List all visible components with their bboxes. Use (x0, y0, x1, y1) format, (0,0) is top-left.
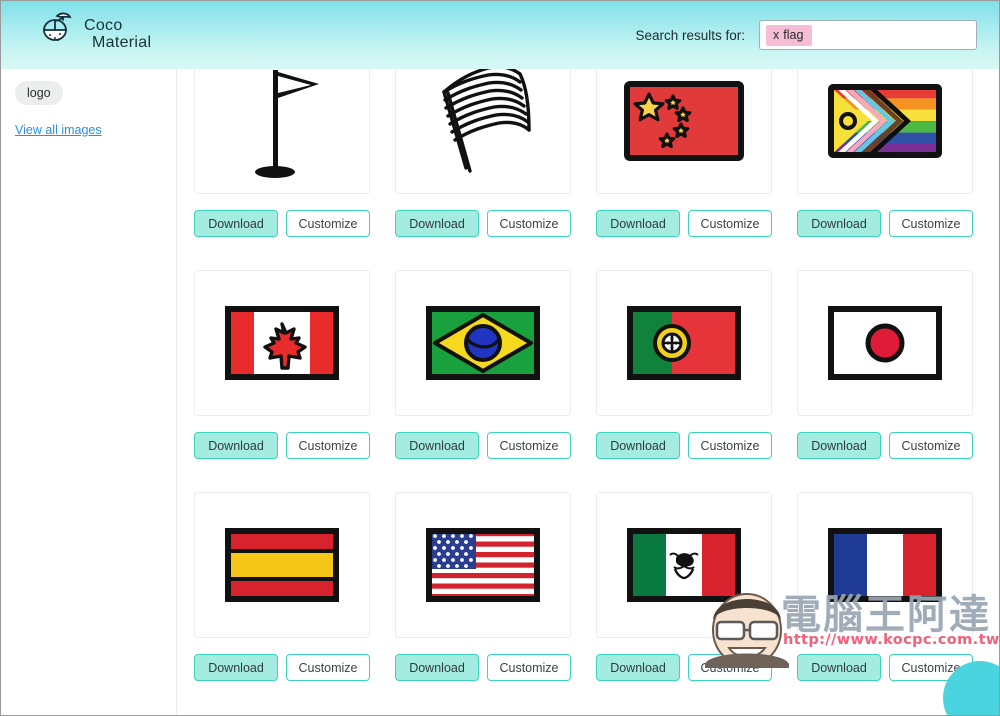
thumbnail-usa-flag[interactable] (395, 492, 571, 638)
download-button[interactable]: Download (596, 654, 680, 681)
result-card: Download Customize (183, 48, 381, 270)
thumbnail-waving-striped-flag[interactable] (395, 48, 571, 194)
customize-button[interactable]: Customize (286, 654, 370, 681)
coconut-drink-icon (39, 11, 75, 56)
site-header: Coco Material Search results for: x flag (1, 1, 999, 69)
search-tag-flag[interactable]: x flag (766, 24, 813, 46)
thumbnail-japan-flag[interactable] (797, 270, 973, 416)
thumbnail-progress-pride-flag[interactable] (797, 48, 973, 194)
download-button[interactable]: Download (797, 432, 881, 459)
download-button[interactable]: Download (797, 654, 881, 681)
card-actions: Download Customize (585, 210, 783, 237)
download-button[interactable]: Download (395, 654, 479, 681)
card-actions: Download Customize (384, 432, 582, 459)
thumbnail-golf-flag[interactable] (194, 48, 370, 194)
customize-button[interactable]: Customize (889, 210, 973, 237)
brand-logo[interactable]: Coco Material (39, 11, 151, 56)
card-actions: Download Customize (786, 210, 984, 237)
results-scroll-area[interactable]: Download Customize Download Customize Do… (177, 48, 999, 715)
download-button[interactable]: Download (797, 210, 881, 237)
thumbnail-france-flag[interactable] (797, 492, 973, 638)
download-button[interactable]: Download (194, 432, 278, 459)
card-actions: Download Customize (786, 432, 984, 459)
result-card: Download Customize (585, 48, 783, 270)
result-card: Download Customize (384, 270, 582, 492)
customize-button[interactable]: Customize (688, 654, 772, 681)
result-card: Download Customize (183, 492, 381, 714)
thumbnail-canada-flag[interactable] (194, 270, 370, 416)
card-actions: Download Customize (183, 654, 381, 681)
search-input[interactable]: x flag (759, 20, 977, 50)
result-card: Download Customize (384, 492, 582, 714)
customize-button[interactable]: Customize (286, 210, 370, 237)
search-area: Search results for: x flag (635, 20, 977, 50)
thumbnail-china-flag[interactable] (596, 48, 772, 194)
thumbnail-brazil-flag[interactable] (395, 270, 571, 416)
download-button[interactable]: Download (194, 210, 278, 237)
customize-button[interactable]: Customize (286, 432, 370, 459)
customize-button[interactable]: Customize (487, 432, 571, 459)
card-actions: Download Customize (585, 654, 783, 681)
download-button[interactable]: Download (395, 432, 479, 459)
brand-line-2: Material (92, 33, 152, 51)
download-button[interactable]: Download (194, 654, 278, 681)
result-card: Download Customize (786, 48, 984, 270)
customize-button[interactable]: Customize (487, 654, 571, 681)
thumbnail-mexico-flag[interactable] (596, 492, 772, 638)
customize-button[interactable]: Customize (889, 432, 973, 459)
coco-material-search-page: Coco Material Search results for: x flag … (0, 0, 1000, 716)
customize-button[interactable]: Customize (688, 432, 772, 459)
results-grid: Download Customize Download Customize Do… (177, 48, 999, 714)
card-actions: Download Customize (384, 210, 582, 237)
card-actions: Download Customize (183, 210, 381, 237)
result-card: Download Customize (384, 48, 582, 270)
thumbnail-portugal-flag[interactable] (596, 270, 772, 416)
search-tag-label: flag (783, 27, 804, 42)
customize-button[interactable]: Customize (688, 210, 772, 237)
download-button[interactable]: Download (596, 210, 680, 237)
brand-line-1: Coco (84, 16, 123, 34)
download-button[interactable]: Download (596, 432, 680, 459)
search-results-label: Search results for: (635, 27, 745, 43)
result-card: Download Customize (786, 270, 984, 492)
view-all-images-link[interactable]: View all images (15, 123, 102, 137)
result-card: Download Customize (585, 492, 783, 714)
result-card: Download Customize (585, 270, 783, 492)
download-button[interactable]: Download (395, 210, 479, 237)
brand-name: Coco Material (84, 17, 151, 51)
thumbnail-spain-flag[interactable] (194, 492, 370, 638)
card-actions: Download Customize (384, 654, 582, 681)
card-actions: Download Customize (183, 432, 381, 459)
customize-button[interactable]: Customize (487, 210, 571, 237)
sidebar: logo View all images (1, 69, 177, 715)
card-actions: Download Customize (585, 432, 783, 459)
result-card: Download Customize (183, 270, 381, 492)
remove-tag-icon[interactable]: x (773, 28, 779, 42)
sidebar-chip-logo[interactable]: logo (15, 81, 63, 105)
